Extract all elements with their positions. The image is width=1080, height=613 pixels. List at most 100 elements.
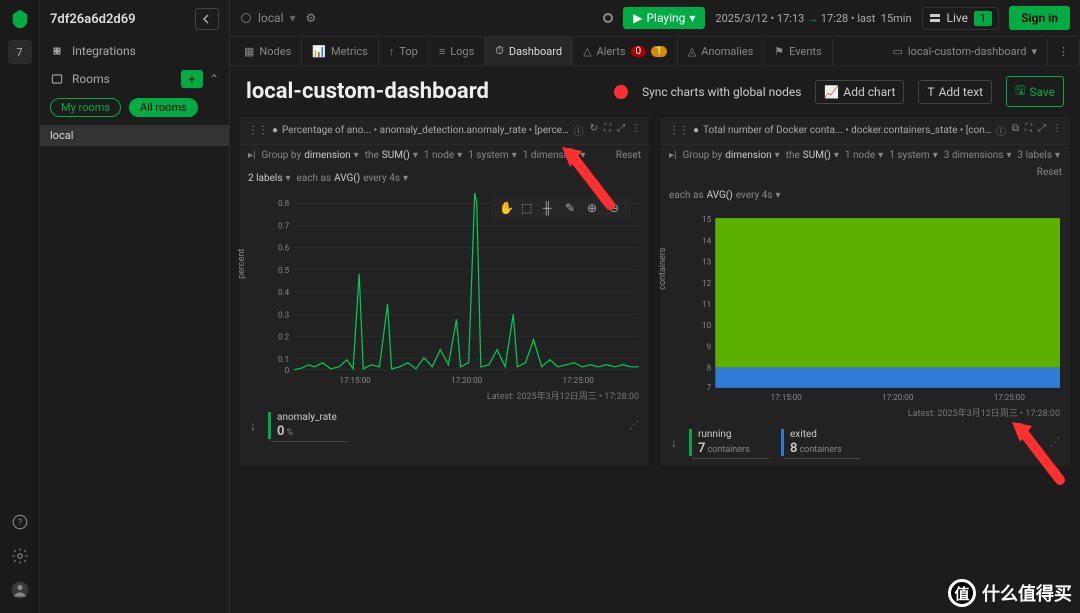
pan-icon[interactable]: ✋ — [499, 201, 513, 215]
legend: ↓ anomaly_rate 0% ⋰ — [240, 406, 649, 449]
tab-top[interactable]: ↑ Top — [379, 38, 429, 65]
system-filter[interactable]: 1 system ▾ — [889, 150, 938, 161]
reset-button[interactable]: Reset — [1037, 167, 1062, 178]
live-count: 1 — [974, 11, 992, 26]
menu-icon[interactable]: ⋮ — [1052, 123, 1062, 138]
legend-anomaly-rate[interactable]: anomaly_rate 0% — [268, 412, 348, 439]
node-settings-icon[interactable]: ⚙ — [306, 11, 317, 25]
record-icon[interactable] — [603, 13, 613, 23]
legend-exited[interactable]: exited 8containers — [781, 429, 861, 456]
cursor-icon[interactable]: ╫ — [543, 201, 557, 215]
settings-icon[interactable] — [9, 545, 31, 567]
info-icon[interactable]: ⓘ — [996, 123, 1006, 138]
signin-button[interactable]: Sign in — [1009, 6, 1070, 30]
draw-icon[interactable]: ✎ — [565, 201, 579, 215]
live-indicator[interactable]: Live 1 — [922, 7, 1000, 30]
tab-metrics[interactable]: 📊 Metrics — [302, 38, 379, 65]
nodes-filter[interactable]: 1 node ▾ — [424, 150, 462, 161]
expand-icon[interactable]: ⤢ — [617, 123, 625, 138]
watermark: 值 什么值得买 — [948, 579, 1072, 607]
resize-handle[interactable]: ⋰ — [1050, 437, 1060, 448]
rooms-chevron-icon[interactable]: ⌃ — [209, 72, 219, 86]
fullscreen-icon[interactable]: ⛶ — [604, 123, 611, 138]
y-axis-label: percent — [237, 249, 247, 279]
area-chart-svg: 151413121110987 17:15:0017:20:0017:25:00 — [695, 210, 1060, 402]
labels-filter[interactable]: 3 labels ▾ — [1018, 150, 1061, 161]
legend-sort-icon[interactable]: ↓ — [671, 436, 677, 450]
svg-text:15: 15 — [702, 214, 712, 224]
system-filter[interactable]: 1 system ▾ — [468, 150, 517, 161]
agg[interactable]: the SUM() ▾ — [786, 150, 839, 161]
sidebar-integrations[interactable]: Integrations — [40, 38, 229, 64]
sidebar-rooms[interactable]: Rooms + ⌃ — [40, 64, 229, 94]
svg-text:12: 12 — [702, 278, 712, 288]
svg-text:0: 0 — [285, 365, 290, 375]
refresh-icon[interactable]: ↻ — [590, 123, 598, 138]
chart-icon: ● — [693, 125, 699, 136]
legend-running[interactable]: running 7containers — [689, 429, 769, 456]
collapse-sidebar-button[interactable] — [195, 8, 219, 30]
tab-events[interactable]: ⚑ Events — [764, 38, 832, 65]
fullscreen-icon[interactable]: ⛶ — [1025, 123, 1032, 138]
reset-button[interactable]: Reset — [616, 150, 641, 161]
left-rail: 7 ? — [0, 0, 40, 613]
svg-text:?: ? — [17, 518, 21, 528]
panel-docker-containers: ⋮⋮ ● Total number of Docker conta... • d… — [661, 117, 1070, 466]
time-range[interactable]: 2025/3/12 • 17:13 → 17:28 • last 15min — [715, 12, 911, 25]
svg-text:9: 9 — [707, 341, 712, 351]
group-by[interactable]: Group by dimension ▾ — [682, 150, 779, 161]
menu-icon[interactable]: ⋮ — [631, 123, 641, 138]
nodes-filter[interactable]: 1 node ▾ — [845, 150, 883, 161]
legend-sort-icon[interactable]: ↓ — [250, 419, 256, 433]
tab-nodes[interactable]: ▦ Nodes — [234, 38, 302, 65]
drag-icon[interactable]: ⋮⋮ — [248, 125, 268, 136]
select-icon[interactable]: ⬚ — [521, 201, 535, 215]
tab-logs[interactable]: ≡ Logs — [429, 38, 485, 65]
svg-text:0.5: 0.5 — [278, 265, 290, 275]
svg-text:0.2: 0.2 — [278, 332, 290, 342]
zoomin-icon[interactable]: ⊕ — [587, 201, 601, 215]
save-button[interactable]: 🖫 Save — [1006, 76, 1064, 107]
group-by[interactable]: Group by dimension ▾ — [261, 150, 358, 161]
chevron-down-icon[interactable]: ▾ — [290, 11, 296, 25]
tab-anomalies[interactable]: ◬ Anomalies — [678, 38, 764, 65]
tab-menu[interactable]: ⋮ — [1048, 38, 1080, 65]
svg-text:17:25:00: 17:25:00 — [563, 375, 595, 385]
play-button[interactable]: ▶ Playing ▾ — [623, 7, 705, 29]
line-chart-svg: 0.80.70.60.50.40.30.20.10 17:15:0017:20:… — [274, 193, 639, 385]
resize-handle[interactable]: ⋰ — [629, 420, 639, 431]
user-icon[interactable] — [9, 579, 31, 601]
labels-filter[interactable]: 2 labels ▾ — [248, 173, 291, 184]
node-local[interactable]: local — [40, 125, 229, 146]
tab-dashboard[interactable]: ⏱ Dashboard — [485, 37, 573, 65]
expand-icon[interactable]: ⤢ — [1038, 123, 1046, 138]
legend: ↓ running 7containers exited 8containers… — [661, 423, 1070, 466]
each-as[interactable]: each as AVG() every 4s ▾ — [297, 173, 409, 184]
breadcrumb[interactable]: local ▾ — [240, 11, 296, 25]
chart-anomaly[interactable]: percent ✋ ⬚ ╫ ✎ ⊕ ⊖ 0.80.70 — [240, 189, 649, 389]
logo-icon[interactable] — [9, 8, 31, 30]
dim-filter[interactable]: 3 dimensions ▾ — [944, 150, 1012, 161]
all-rooms-pill[interactable]: All rooms — [129, 98, 198, 117]
help-icon[interactable]: ? — [9, 511, 31, 533]
info-icon[interactable]: ⓘ — [574, 123, 584, 138]
add-chart-button[interactable]: 📈 Add chart — [815, 80, 904, 104]
each-as[interactable]: each as AVG() every 4s ▾ — [669, 190, 781, 201]
link-icon[interactable]: ⧉ — [1012, 123, 1019, 138]
add-room-button[interactable]: + — [181, 70, 203, 88]
chart-containers[interactable]: containers 151413121110987 17:15:0017:20… — [661, 206, 1070, 406]
rail-node-badge[interactable]: 7 — [8, 40, 32, 64]
latest-timestamp: Latest: 2025年3月12日周三 • 17:28:00 — [661, 406, 1070, 423]
dim-filter[interactable]: 1 dimension ▾ — [523, 150, 586, 161]
tab-custom-dashboard[interactable]: ▭ local-custom-dashboard ▾ — [883, 38, 1048, 65]
svg-text:0.8: 0.8 — [278, 198, 290, 208]
add-text-button[interactable]: T Add text — [918, 80, 992, 104]
agg[interactable]: the SUM() ▾ — [365, 150, 418, 161]
drag-icon[interactable]: ⋮⋮ — [669, 125, 689, 136]
svg-text:14: 14 — [702, 235, 712, 245]
my-rooms-pill[interactable]: My rooms — [50, 98, 121, 117]
zoomout-icon[interactable]: ⊖ — [609, 201, 623, 215]
sync-toggle[interactable] — [614, 85, 628, 99]
sidebar-rooms-label: Rooms — [72, 72, 110, 86]
tab-alerts[interactable]: △ Alerts 01 — [573, 38, 678, 65]
